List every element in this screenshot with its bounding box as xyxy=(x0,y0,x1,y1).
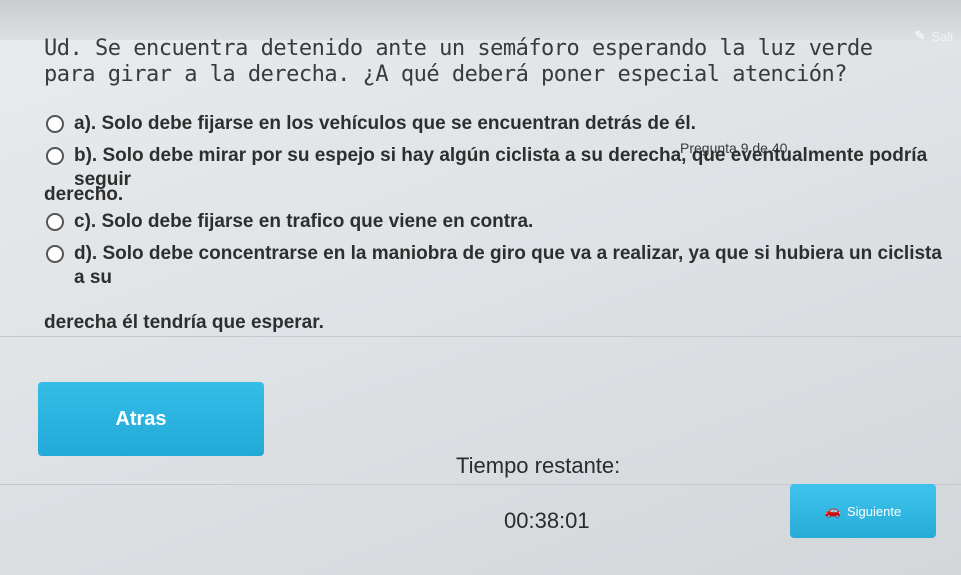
option-a[interactable]: a). Solo debe fijarse en los vehículos q… xyxy=(46,112,946,136)
exit-label: Sali xyxy=(931,28,953,44)
option-d-label: d). Solo debe concentrarse en la maniobr… xyxy=(74,243,942,288)
pencil-icon: ✎ xyxy=(914,28,926,43)
next-button-label: Siguiente xyxy=(846,503,902,519)
option-d-continuation: derecha él tendría que esperar. xyxy=(44,312,324,333)
question-text: Ud. Se encuentra detenido ante un semáfo… xyxy=(44,36,873,87)
answer-options: a). Solo debe fijarse en los vehículos q… xyxy=(46,112,946,298)
top-bar: ✎ Sali xyxy=(0,0,961,44)
car-icon: 🚗 xyxy=(824,503,841,518)
option-b-continuation: derecho. xyxy=(44,184,124,205)
option-c[interactable]: c). Solo debe fijarse en trafico que vie… xyxy=(46,210,946,234)
option-c-label: c). Solo debe fijarse en trafico que vie… xyxy=(74,211,534,232)
option-a-label: a). Solo debe fijarse en los vehículos q… xyxy=(74,113,696,134)
back-button-label: Atras xyxy=(115,407,167,430)
exit-link[interactable]: ✎ Sali xyxy=(914,28,953,44)
radio-b[interactable] xyxy=(46,147,64,165)
timer-label: Tiempo restante: xyxy=(456,453,621,478)
back-button[interactable]: Atras xyxy=(38,382,264,456)
option-b[interactable]: b). Solo debe mirar por su espejo si hay… xyxy=(46,144,946,192)
option-b-label: b). Solo debe mirar por su espejo si hay… xyxy=(74,145,928,190)
next-button[interactable]: 🚗 Siguiente xyxy=(790,484,936,538)
radio-c[interactable] xyxy=(46,213,64,231)
timer-value: 00:38:01 xyxy=(504,508,590,533)
divider-top xyxy=(0,336,961,337)
radio-a[interactable] xyxy=(46,115,64,133)
radio-d[interactable] xyxy=(46,245,64,263)
option-d[interactable]: d). Solo debe concentrarse en la maniobr… xyxy=(46,242,946,290)
